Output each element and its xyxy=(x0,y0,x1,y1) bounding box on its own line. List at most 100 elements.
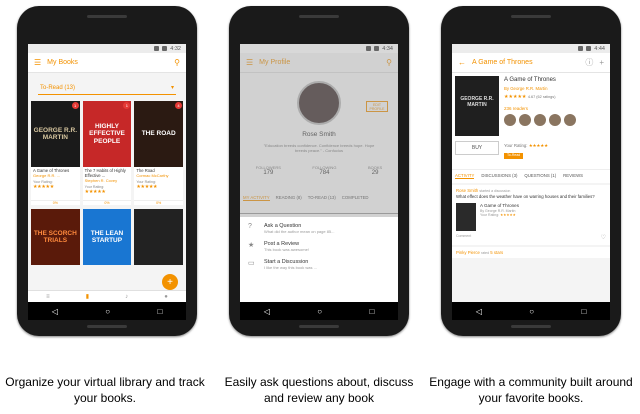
readers-count[interactable]: 236 readers xyxy=(504,106,528,111)
star-rating: ★★★★★ xyxy=(500,213,516,218)
to-read-button[interactable]: To-Read xyxy=(504,153,524,159)
book-card[interactable]: HIGHLY EFFECTIVE PEOPLE 1 The 7 Habits o… xyxy=(82,101,132,205)
app-title: A Game of Thrones xyxy=(472,59,533,66)
app-bar: ☰ My Profile ⚲ xyxy=(240,53,398,73)
search-icon[interactable]: ⚲ xyxy=(174,58,180,67)
tab-reviews[interactable]: REVIEWS xyxy=(563,173,583,179)
avatar[interactable] xyxy=(549,114,561,126)
home-icon[interactable]: ○ xyxy=(317,307,322,316)
star-rating[interactable]: ★★★★★ xyxy=(134,184,183,190)
search-icon[interactable]: ⚲ xyxy=(386,58,392,67)
chevron-down-icon: ▾ xyxy=(170,85,174,91)
author-prefix: By xyxy=(504,86,510,91)
book-cover: THE SCORCH TRIALS xyxy=(31,209,80,265)
home-icon[interactable]: ○ xyxy=(529,307,534,316)
stat-followers[interactable]: FOLLOWERS 179 xyxy=(256,165,281,176)
reader-avatars xyxy=(504,114,576,126)
menu-icon[interactable]: ≡ xyxy=(46,294,50,300)
book-card[interactable] xyxy=(134,209,183,265)
star-rating[interactable]: ★★★★★ xyxy=(529,143,548,148)
feed-item: Pinky Pierce rated 5 stars xyxy=(452,246,610,259)
stat-value: 29 xyxy=(371,170,379,176)
tab-my-activity[interactable]: MY ACTIVITY xyxy=(243,195,270,201)
book-card[interactable]: GEORGE R.R. MARTIN 1 A Game of Thrones G… xyxy=(31,101,80,205)
your-rating: Your Rating: ★★★★★ xyxy=(504,143,548,149)
battery-icon xyxy=(162,46,168,51)
book-rating: ★★★★★ 4.67 (62 ratings) xyxy=(504,94,555,100)
feed-question[interactable]: What effect does the weather have on war… xyxy=(456,194,606,200)
book-grid: GEORGE R.R. MARTIN 1 A Game of Thrones G… xyxy=(28,99,186,207)
caption-library: Organize your virtual library and track … xyxy=(5,375,205,406)
tab-questions[interactable]: QUESTIONS (1) xyxy=(524,173,556,179)
back-icon[interactable]: ◁ xyxy=(52,307,58,316)
tab-completed[interactable]: COMPLETED xyxy=(342,195,369,201)
recents-icon[interactable]: □ xyxy=(157,307,162,316)
back-arrow-icon[interactable]: ← xyxy=(458,58,466,67)
feed-item: Rose Smith started a discussion What eff… xyxy=(452,185,610,245)
buy-button[interactable]: BUY xyxy=(455,141,499,155)
feed-action: started a discussion xyxy=(479,189,511,193)
post-review-item[interactable]: ★ Post a Review This book was awesome! xyxy=(248,241,390,252)
start-discussion-item[interactable]: ▭ Start a Discussion I like the way this … xyxy=(248,259,390,270)
add-icon[interactable]: + xyxy=(599,58,604,67)
avatar[interactable] xyxy=(534,114,546,126)
tab-reading[interactable]: READING (8) xyxy=(276,195,302,201)
recents-icon[interactable]: □ xyxy=(369,307,374,316)
mini-book[interactable]: A Game of Thrones By George R.R. Martin … xyxy=(456,202,606,231)
tab-to-read[interactable]: TO-READ (13) xyxy=(308,195,336,201)
book-card[interactable]: THE SCORCH TRIALS xyxy=(31,209,80,265)
add-book-button[interactable]: + xyxy=(162,274,178,290)
feed-user[interactable]: Pinky Pierce xyxy=(456,250,480,255)
action-sheet: ? Ask a Question What did the author mean… xyxy=(240,217,398,302)
book-card[interactable]: THE ROAD 4 The Road Cormac McCarthy Your… xyxy=(134,101,183,205)
feed-user[interactable]: Rose Smith xyxy=(456,188,478,193)
avatar[interactable] xyxy=(564,114,576,126)
author-name[interactable]: George R.R. Martin xyxy=(510,86,547,91)
info-icon[interactable]: ⓘ xyxy=(585,57,593,68)
tab-discussions[interactable]: DISCUSSIONS (3) xyxy=(481,173,517,179)
mini-book-title: A Game of Thrones xyxy=(480,202,519,208)
comment-button[interactable]: Comment xyxy=(456,234,471,242)
shelf-dropdown[interactable]: To-Read (13) ▾ xyxy=(38,81,176,95)
recents-icon[interactable]: □ xyxy=(581,307,586,316)
progress-percent: 0% xyxy=(134,200,183,205)
system-nav-bar: ◁ ○ □ xyxy=(452,302,610,320)
profile-icon[interactable]: ● xyxy=(164,294,168,300)
count-badge: 1 xyxy=(71,102,79,109)
star-rating[interactable]: ★★★★★ xyxy=(83,189,132,195)
bell-icon[interactable]: ♪ xyxy=(125,294,128,300)
home-icon[interactable]: ○ xyxy=(105,307,110,316)
phone-profile: 4:34 ☰ My Profile ⚲ EDIT PROFILE Rose Sm… xyxy=(229,6,409,336)
count-badge: 4 xyxy=(175,102,182,109)
menu-icon[interactable]: ☰ xyxy=(34,58,41,67)
help-icon: ? xyxy=(248,223,252,230)
battery-icon xyxy=(586,46,592,51)
back-icon[interactable]: ◁ xyxy=(476,307,482,316)
status-time: 4:34 xyxy=(382,45,393,52)
stat-following[interactable]: FOLLOWING 784 xyxy=(312,165,336,176)
avatar[interactable] xyxy=(519,114,531,126)
battery-icon xyxy=(374,46,380,51)
stat-books[interactable]: BOOKS 29 xyxy=(368,165,382,176)
wifi-icon xyxy=(154,46,160,51)
book-header: GEORGE R.R. MARTIN A Game of Thrones By … xyxy=(452,73,610,183)
status-time: 4:44 xyxy=(594,45,605,52)
edit-profile-button[interactable]: EDIT PROFILE xyxy=(366,101,388,112)
phone-book-detail: 4:44 ← A Game of Thrones ⓘ + GEORGE R.R.… xyxy=(441,6,621,336)
menu-icon[interactable]: ☰ xyxy=(246,58,253,67)
star-rating: ★★★★★ xyxy=(504,94,527,100)
sheet-item-subtitle: I like the way this book was ... xyxy=(264,265,317,270)
avatar[interactable] xyxy=(504,114,516,126)
library-screen: 4:32 ☰ My Books ⚲ To-Read (13) ▾ GEORGE … xyxy=(28,44,186,320)
rating-count: 4.67 (62 ratings) xyxy=(527,95,556,99)
tab-activity[interactable]: ACTIVITY xyxy=(455,173,475,179)
system-nav-bar: ◁ ○ □ xyxy=(240,302,398,320)
ask-question-item[interactable]: ? Ask a Question What did the author mean… xyxy=(248,223,390,234)
star-rating[interactable]: ★★★★★ xyxy=(31,184,80,190)
book-card[interactable]: THE LEAN STARTUP xyxy=(82,209,132,265)
chat-icon: ▭ xyxy=(248,260,255,267)
books-icon[interactable]: ▮ xyxy=(86,293,89,300)
back-icon[interactable]: ◁ xyxy=(264,307,270,316)
profile-header: EDIT PROFILE Rose Smith "Education breed… xyxy=(240,73,398,213)
heart-icon[interactable]: ♡ xyxy=(601,234,606,242)
